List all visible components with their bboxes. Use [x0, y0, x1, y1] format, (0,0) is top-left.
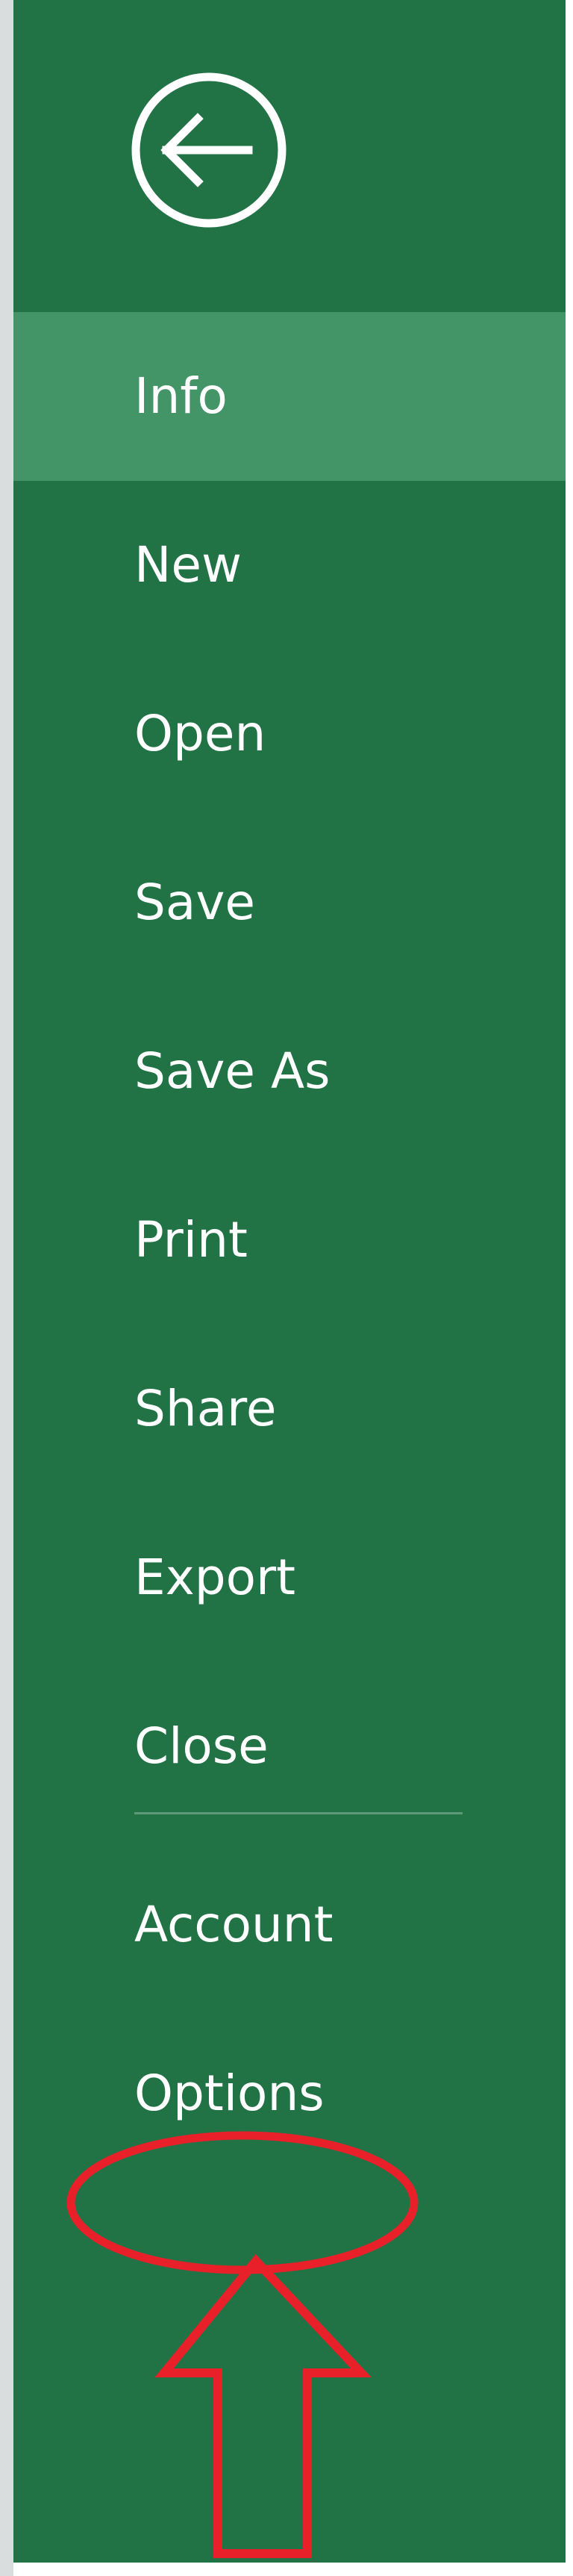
- nav-divider: [134, 1812, 463, 1814]
- nav-item-account[interactable]: Account: [13, 1841, 566, 2009]
- nav-item-open[interactable]: Open: [13, 650, 566, 818]
- back-arrow-icon: [131, 72, 286, 228]
- nav-item-options[interactable]: Options: [13, 2009, 566, 2178]
- nav-item-open-label: Open: [134, 705, 266, 762]
- nav-item-save-as-label: Save As: [134, 1042, 331, 1100]
- nav-item-save-as[interactable]: Save As: [13, 987, 566, 1156]
- back-button[interactable]: [129, 70, 289, 230]
- nav-item-export[interactable]: Export: [13, 1493, 566, 1662]
- backstage-nav-panel: Info New Open Save Save As Print Share E…: [13, 0, 566, 2563]
- window-left-border: [0, 0, 13, 2576]
- nav-item-account-label: Account: [134, 1896, 334, 1953]
- nav-item-print-label: Print: [134, 1211, 248, 1269]
- nav-item-share-label: Share: [134, 1380, 277, 1437]
- nav-item-share[interactable]: Share: [13, 1325, 566, 1493]
- nav-item-export-label: Export: [134, 1549, 296, 1606]
- nav-item-options-label: Options: [134, 2065, 325, 2122]
- nav-item-close-label: Close: [134, 1717, 269, 1775]
- nav-item-info-label: Info: [134, 367, 228, 425]
- nav-item-save[interactable]: Save: [13, 818, 566, 987]
- nav-item-print[interactable]: Print: [13, 1156, 566, 1325]
- nav-item-save-label: Save: [134, 874, 256, 931]
- nav-item-new-label: New: [134, 536, 242, 594]
- nav-item-close[interactable]: Close: [13, 1662, 566, 1831]
- nav-item-new[interactable]: New: [13, 481, 566, 650]
- nav-item-info[interactable]: Info: [13, 312, 566, 481]
